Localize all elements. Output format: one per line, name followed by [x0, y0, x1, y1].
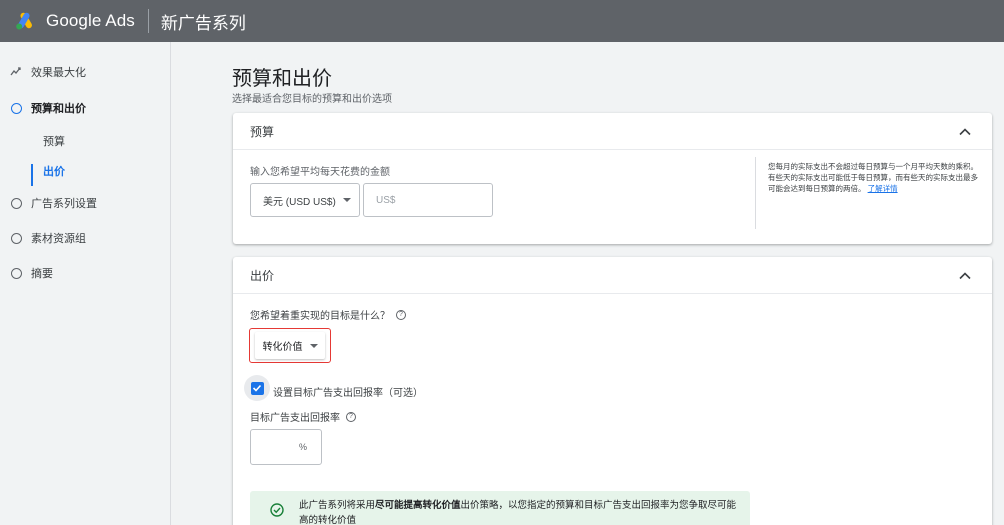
learn-more-link[interactable]: 了解详情 — [868, 184, 898, 193]
roas-label: 目标广告支出回报率 ? — [250, 409, 356, 424]
roas-checkbox[interactable] — [244, 375, 270, 401]
goal-select-value: 转化价值 — [262, 342, 303, 353]
strategy-info-text: 此广告系列将采用尽可能提高转化价值出价策略，以您指定的预算和目标广告支出回报率为… — [299, 498, 739, 525]
budget-card-header[interactable]: 预算 — [233, 113, 992, 150]
sidebar-item-performance-max[interactable]: 效果最大化 — [10, 64, 86, 80]
sidebar-item-budget-bidding[interactable]: 预算和出价 — [10, 100, 86, 116]
sidebar-subitem-bidding[interactable]: 出价 — [43, 163, 65, 179]
sidebar-item-label: 素材资源组 — [31, 233, 86, 245]
google-ads-logo-icon[interactable] — [15, 11, 35, 31]
budget-amount-input[interactable]: US$ — [363, 183, 493, 217]
budget-amount-label: 输入您希望平均每天花费的金额 — [250, 167, 390, 178]
sidebar-item-label: 预算和出价 — [31, 103, 86, 115]
circle-icon — [10, 197, 22, 209]
budget-help-text: 您每月的实际支出不会超过每日预算与一个月平均天数的乘积。有些天的实际支出可能低于… — [768, 161, 978, 194]
brand-name: Google Ads — [46, 11, 135, 30]
active-indicator — [31, 164, 33, 186]
header-divider — [147, 9, 149, 33]
currency-select[interactable]: 美元 (USD US$) — [250, 183, 360, 217]
sidebar-nav: 效果最大化 预算和出价 预算 出价 广告系列设置 素材资源组 摘要 — [0, 42, 171, 525]
goal-select-highlight: 转化价值 — [249, 328, 331, 363]
bidding-card-title: 出价 — [250, 268, 275, 283]
sidebar-subitem-budget[interactable]: 预算 — [43, 133, 65, 149]
bidding-card: 出价 您希望着重实现的目标是什么？ ? 转化价值 设置目标广告支出回报率（可选）… — [233, 257, 992, 525]
chevron-up-icon[interactable] — [958, 269, 972, 283]
top-app-bar: Google Ads 新广告系列 — [0, 0, 1004, 42]
sparkle-icon — [10, 66, 22, 78]
sidebar-item-campaign-settings[interactable]: 广告系列设置 — [10, 195, 97, 211]
roas-input[interactable]: % — [250, 429, 322, 465]
dropdown-caret-icon — [342, 198, 351, 202]
sidebar-item-label: 效果最大化 — [31, 67, 86, 79]
bidding-card-header[interactable]: 出价 — [233, 257, 992, 294]
roas-unit: % — [298, 442, 307, 452]
goal-question-text: 您希望着重实现的目标是什么？ — [250, 311, 390, 322]
budget-card: 预算 输入您希望平均每天花费的金额 美元 (USD US$) US$ 您每月的实… — [233, 113, 992, 244]
check-circle-icon — [270, 503, 284, 517]
info-prefix: 此广告系列将采用 — [299, 500, 376, 511]
page-subtitle: 选择最适合您目标的预算和出价选项 — [232, 94, 392, 105]
sidebar-item-summary[interactable]: 摘要 — [10, 265, 53, 281]
circle-icon — [10, 267, 22, 279]
dropdown-caret-icon — [309, 343, 318, 348]
circle-icon — [10, 102, 22, 114]
strategy-info-box: 此广告系列将采用尽可能提高转化价值出价策略，以您指定的预算和目标广告支出回报率为… — [250, 491, 750, 525]
sidebar-item-asset-group[interactable]: 素材资源组 — [10, 230, 86, 246]
main-content: 预算和出价 选择最适合您目标的预算和出价选项 预算 输入您希望平均每天花费的金额… — [172, 42, 1004, 525]
roas-label-text: 目标广告支出回报率 — [250, 413, 340, 424]
currency-value: 美元 (USD US$) — [263, 196, 336, 208]
campaign-title: 新广告系列 — [160, 13, 246, 33]
budget-card-title: 预算 — [250, 124, 275, 139]
goal-question: 您希望着重实现的目标是什么？ ? — [250, 307, 406, 322]
checkmark-icon — [250, 381, 264, 395]
help-icon[interactable]: ? — [396, 309, 406, 320]
chevron-up-icon[interactable] — [958, 125, 972, 139]
info-strategy-name: 尽可能提高转化价值 — [375, 500, 461, 511]
sidebar-item-label: 广告系列设置 — [31, 198, 97, 210]
goal-select[interactable]: 转化价值 — [255, 332, 325, 359]
help-icon[interactable]: ? — [346, 411, 356, 422]
circle-icon — [10, 232, 22, 244]
help-divider — [755, 157, 756, 229]
sidebar-item-label: 摘要 — [31, 268, 53, 280]
budget-amount-placeholder: US$ — [376, 194, 396, 206]
page-title: 预算和出价 — [232, 68, 332, 90]
roas-checkbox-label[interactable]: 设置目标广告支出回报率（可选） — [273, 384, 423, 399]
